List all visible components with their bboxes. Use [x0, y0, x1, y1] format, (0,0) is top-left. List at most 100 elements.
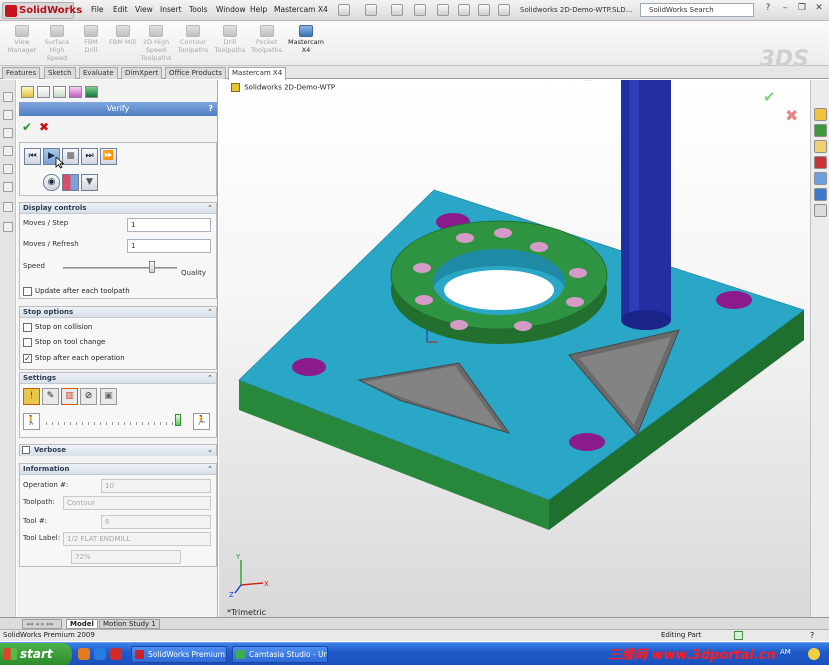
custom-properties-icon[interactable] [814, 204, 827, 217]
verify-help-button[interactable]: ? [208, 102, 213, 116]
tray-icon[interactable] [808, 648, 820, 660]
menu-mastercam[interactable]: Mastercam X4 [274, 5, 328, 14]
taskbar-solidworks[interactable]: SolidWorks Premium 2... [131, 646, 227, 663]
open-document-icon[interactable] [365, 4, 377, 16]
search-results-icon[interactable] [814, 156, 827, 169]
menu-insert[interactable]: Insert [160, 5, 182, 14]
playback-speed-slider-track[interactable] [46, 422, 184, 425]
cancel-button[interactable]: ✖ [39, 120, 49, 134]
shell-tool-icon[interactable] [3, 202, 13, 212]
close-button[interactable]: ✕ [813, 3, 825, 15]
stop-on-collision-checkbox[interactable] [23, 323, 32, 332]
mirror-tool-icon[interactable] [3, 222, 13, 232]
collapse-icon[interactable]: ⌃ [207, 307, 213, 318]
display-controls-header[interactable]: Display controls ⌃ [20, 203, 216, 214]
graphics-viewport[interactable]: Solidworks 2D-Demo-WTP ⊕ ⊗ ↯ ◨ ⬚ ◧ ◎ ● ▲… [219, 80, 810, 617]
dimxpert-tab-icon[interactable] [69, 86, 82, 98]
stop-on-tool-change-checkbox[interactable] [23, 338, 32, 347]
rebuild-status-icon[interactable] [734, 631, 743, 640]
file-explorer-icon[interactable] [814, 140, 827, 153]
taskbar-camtasia[interactable]: Camtasia Studio - Unt... [232, 646, 328, 663]
quick-launch-ie-icon[interactable] [94, 648, 106, 660]
speed-quality-slider-thumb[interactable] [148, 261, 155, 273]
tab-sketch[interactable]: Sketch [44, 67, 76, 79]
verify-mode-icon[interactable]: ! [23, 388, 40, 405]
config-tab-icon[interactable] [53, 86, 66, 98]
help-status-icon[interactable]: ? [810, 630, 814, 641]
verbose-header[interactable]: Verbose ⌄ [20, 445, 216, 456]
speed-quality-slider-track[interactable] [63, 267, 177, 269]
save-icon[interactable] [391, 4, 403, 16]
minimize-button[interactable]: – [779, 3, 791, 15]
wand-tool-icon[interactable]: ✎ [42, 388, 59, 405]
feature-tree-tab-icon[interactable] [21, 86, 34, 98]
moves-step-input[interactable]: 1 [127, 218, 211, 232]
information-header[interactable]: Information ⌃ [20, 464, 216, 475]
menu-file[interactable]: File [91, 5, 104, 14]
fbm-drill-button[interactable]: FBM Drill [77, 25, 105, 54]
menu-tools[interactable]: Tools [189, 5, 207, 14]
solidworks-logo[interactable]: SolidWorks [2, 2, 82, 19]
update-after-toolpath-checkbox[interactable] [23, 287, 32, 296]
no-tool-icon[interactable]: ⊘ [80, 388, 97, 405]
chamfer-tool-icon[interactable] [3, 164, 13, 174]
display-mode-icon[interactable]: ◉ [43, 174, 60, 191]
collapse-icon[interactable]: ⌃ [207, 203, 213, 214]
stop-options-header[interactable]: Stop options ⌃ [20, 307, 216, 318]
tab-scroll-arrows[interactable]: ◂◂ ◂ ▸ ▸▸ [22, 619, 62, 629]
rebuild-icon[interactable] [478, 4, 490, 16]
slow-walker-icon[interactable]: 🚶 [23, 413, 40, 430]
settings-header[interactable]: Settings ⌃ [20, 373, 216, 384]
rewind-button[interactable]: ⏮ [24, 148, 41, 165]
surface-high-speed-button[interactable]: Surface High Speed [41, 25, 73, 62]
stop-after-operation-checkbox[interactable]: ✓ [23, 354, 32, 363]
step-forward-button[interactable]: ⏭ [81, 148, 98, 165]
save-settings-icon[interactable]: ▣ [100, 388, 117, 405]
fbm-mill-button[interactable]: FBM Mill [109, 25, 136, 46]
extrude-tool-icon[interactable] [3, 110, 13, 120]
drill-toolpaths-button[interactable]: Drill Toolpaths [214, 25, 246, 54]
restore-button[interactable]: ❐ [796, 3, 808, 15]
options-icon[interactable] [498, 4, 510, 16]
undo-icon[interactable] [437, 4, 449, 16]
menu-edit[interactable]: Edit [113, 5, 128, 14]
pocket-toolpaths-button[interactable]: Pocket Toolpaths [250, 25, 283, 54]
expand-icon[interactable]: ⌄ [207, 445, 213, 456]
tab-evaluate[interactable]: Evaluate [79, 67, 118, 79]
playback-speed-slider-thumb[interactable] [175, 414, 182, 426]
view-palette-icon[interactable] [814, 172, 827, 185]
collapse-icon[interactable]: ⌃ [207, 373, 213, 384]
moves-refresh-input[interactable]: 1 [127, 239, 211, 253]
revolve-tool-icon[interactable] [3, 128, 13, 138]
ok-button[interactable]: ✔ [22, 120, 32, 134]
tab-model[interactable]: Model [66, 619, 98, 629]
print-icon[interactable] [414, 4, 426, 16]
fillet-tool-icon[interactable] [3, 146, 13, 156]
color-mode-icon[interactable] [62, 174, 79, 191]
chart-tool-icon[interactable]: ▥ [61, 388, 78, 405]
2d-high-speed-button[interactable]: 2D High Speed Toolpaths [140, 25, 172, 62]
fast-runner-icon[interactable]: 🏃 [193, 413, 210, 430]
property-tab-icon[interactable] [37, 86, 50, 98]
tab-office-products[interactable]: Office Products [165, 67, 226, 79]
search-input[interactable]: SolidWorks Search [640, 3, 754, 17]
menu-help[interactable]: Help [250, 5, 267, 14]
quick-launch-firefox-icon[interactable] [78, 648, 90, 660]
menu-window[interactable]: Window [216, 5, 246, 14]
tab-mastercam-x4[interactable]: Mastercam X4 [228, 67, 287, 80]
resources-icon[interactable] [814, 108, 827, 121]
tab-features[interactable]: Features [2, 67, 41, 79]
view-manager-button[interactable]: View Manager [7, 25, 37, 54]
select-icon[interactable] [458, 4, 470, 16]
tab-motion-study-1[interactable]: Motion Study 1 [99, 619, 160, 629]
appearances-icon[interactable] [814, 188, 827, 201]
new-document-icon[interactable] [338, 4, 350, 16]
menu-view[interactable]: View [135, 5, 153, 14]
collapse-icon[interactable]: ⌃ [207, 464, 213, 475]
start-button[interactable]: start [0, 643, 72, 665]
tab-dimxpert[interactable]: DimXpert [121, 67, 163, 79]
verbose-checkbox[interactable] [22, 446, 30, 454]
sketch-tool-icon[interactable] [3, 92, 13, 102]
rib-tool-icon[interactable] [3, 182, 13, 192]
mastercam-tab-icon[interactable] [85, 86, 98, 98]
